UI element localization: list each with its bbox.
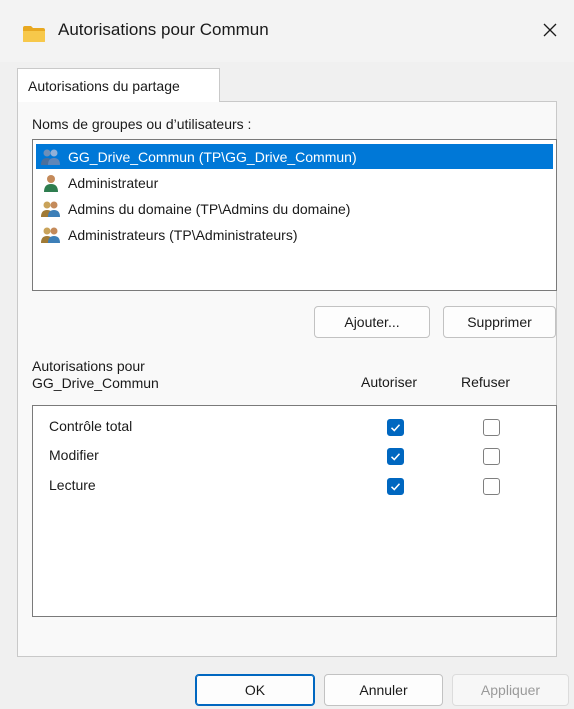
group-users-icon [41,201,60,217]
checkmark-icon [390,453,401,461]
list-item-label: GG_Drive_Commun (TP\GG_Drive_Commun) [68,148,357,165]
group-users-icon [41,227,60,243]
allow-column-header: Autoriser [361,374,418,390]
close-icon [543,23,557,37]
group-users-icon [41,149,60,165]
deny-column-header: Refuser [461,374,511,390]
apply-button[interactable]: Appliquer [452,674,569,706]
cancel-button[interactable]: Annuler [324,674,443,706]
list-item-label: Administrateurs (TP\Administrateurs) [68,226,298,243]
remove-button[interactable]: Supprimer [443,306,556,338]
tab-share-permissions[interactable]: Autorisations du partage [17,68,220,102]
permission-name: Lecture [49,477,96,493]
checkmark-icon [390,483,401,491]
user-icon [44,174,58,192]
groups-label: Noms de groupes ou d’utilisateurs : [32,116,252,132]
add-button[interactable]: Ajouter... [314,306,430,338]
window-title: Autorisations pour Commun [58,20,269,39]
deny-checkbox-read[interactable] [483,478,500,495]
permissions-list: Contrôle total Modifier Lecture [32,405,557,617]
allow-checkbox-read[interactable] [387,478,404,495]
allow-checkbox-modify[interactable] [387,448,404,465]
users-listbox[interactable]: GG_Drive_Commun (TP\GG_Drive_Commun) Adm… [32,139,557,291]
folder-icon [23,26,45,42]
tab-label: Autorisations du partage [28,77,180,94]
list-item[interactable]: Admins du domaine (TP\Admins du domaine) [36,196,553,221]
deny-checkbox-full-control[interactable] [483,419,500,436]
ok-button[interactable]: OK [195,674,315,706]
deny-checkbox-modify[interactable] [483,448,500,465]
permission-name: Modifier [49,447,99,463]
permissions-label: Autorisations pour GG_Drive_Commun [32,358,159,392]
permission-name: Contrôle total [49,418,133,434]
close-button[interactable] [530,12,570,48]
title-bar: Autorisations pour Commun [0,0,574,62]
list-item[interactable]: GG_Drive_Commun (TP\GG_Drive_Commun) [36,144,553,169]
list-item-label: Admins du domaine (TP\Admins du domaine) [68,200,351,217]
checkmark-icon [390,424,401,432]
list-item[interactable]: Administrateurs (TP\Administrateurs) [36,222,553,247]
list-item[interactable]: Administrateur [36,170,553,195]
permissions-label-line1: Autorisations pour [32,358,145,374]
allow-checkbox-full-control[interactable] [387,419,404,436]
list-item-label: Administrateur [68,174,159,191]
permissions-label-line2: GG_Drive_Commun [32,375,159,391]
